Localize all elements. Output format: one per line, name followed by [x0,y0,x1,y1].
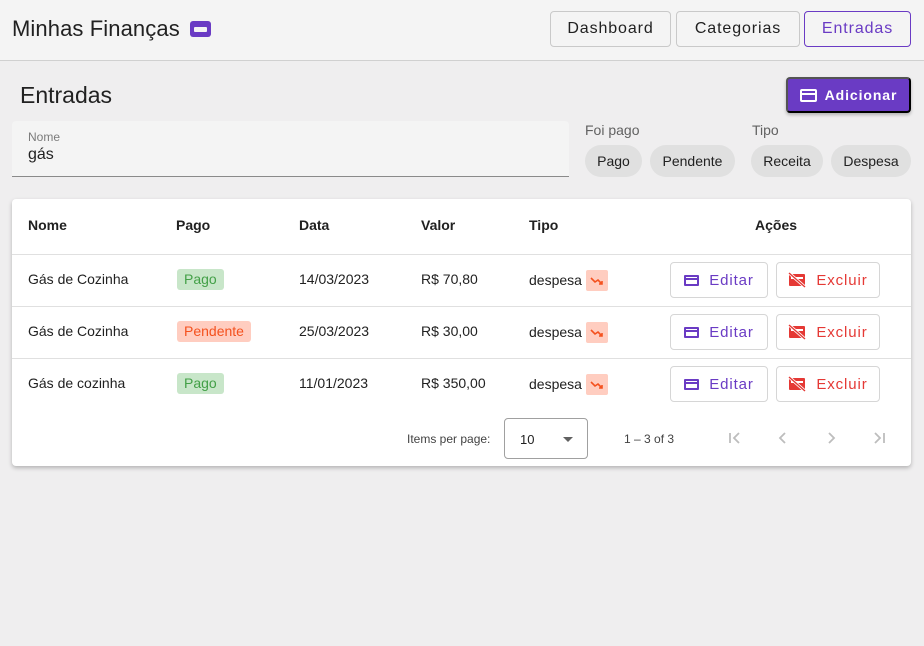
delete-button[interactable]: Excluir [776,314,880,350]
delete-label: Excluir [816,323,868,341]
card-icon [684,378,700,390]
table-row: Gás de Cozinha Pago 14/03/2023 R$ 70,80 … [12,254,911,306]
nav-categorias-button[interactable]: Categorias [676,11,800,47]
edit-button[interactable]: Editar [670,262,768,298]
cell-tipo: despesa [529,322,608,344]
card-off-icon [788,324,807,340]
trending-down-icon [585,270,608,291]
cell-tipo: despesa [529,374,608,396]
top-bar: Minhas Finanças Dashboard Categorias Ent… [0,0,924,61]
name-filter-input[interactable] [28,146,548,164]
edit-button[interactable]: Editar [670,366,768,402]
header-pago: Pago [176,217,211,233]
cell-data: 14/03/2023 [299,271,370,287]
card-off-icon [788,272,807,288]
chevron-right-icon [822,429,840,447]
header-valor: Valor [421,217,456,233]
header-nome: Nome [28,217,67,233]
page-size-select[interactable]: 10 [504,418,588,459]
header-acoes: Ações [755,217,798,233]
name-filter-field[interactable]: Nome [12,121,569,177]
tipo-label: despesa [529,272,582,289]
card-icon [684,274,700,286]
tipo-label: despesa [529,376,582,393]
card-off-icon [788,376,807,392]
entries-table-card: Nome Pago Data Valor Tipo Ações Gás de C… [12,199,911,466]
tipo-filter-label: Tipo [752,122,779,138]
edit-button[interactable]: Editar [670,314,768,350]
delete-label: Excluir [816,375,868,393]
delete-button[interactable]: Excluir [776,366,880,402]
cell-tipo: despesa [529,270,608,292]
cell-data: 25/03/2023 [299,323,370,339]
header-tipo: Tipo [529,217,559,233]
status-badge: Pendente [177,321,251,342]
items-per-page-label: Items per page: [407,432,491,446]
brand: Minhas Finanças [12,16,211,42]
wallet-icon [189,21,211,37]
next-page-button[interactable] [819,426,843,450]
card-icon [684,326,700,338]
header-data: Data [299,217,330,233]
add-button[interactable]: Adicionar [786,77,911,113]
last-page-button[interactable] [867,426,891,450]
cell-nome: Gás de Cozinha [28,271,129,287]
table-row: Gás de Cozinha Pendente 25/03/2023 R$ 30… [12,306,911,358]
first-page-button[interactable] [723,426,747,450]
table-row: Gás de cozinha Pago 11/01/2023 R$ 350,00… [12,358,911,410]
edit-label: Editar [709,323,754,341]
chip-receita[interactable]: Receita [751,145,823,177]
cell-data: 11/01/2023 [299,375,369,391]
pago-filter-label: Foi pago [585,122,640,138]
page-title: Entradas [20,82,113,108]
chevron-down-icon [563,437,573,442]
edit-label: Editar [709,375,754,393]
add-button-label: Adicionar [824,87,898,103]
status-badge: Pago [177,269,224,290]
delete-button[interactable]: Excluir [776,262,880,298]
prev-page-button[interactable] [771,426,795,450]
cell-valor: R$ 350,00 [421,375,486,391]
trending-down-icon [585,374,608,395]
cell-valor: R$ 70,80 [421,271,478,287]
cell-nome: Gás de Cozinha [28,323,129,339]
chip-pendente[interactable]: Pendente [650,145,735,177]
cell-valor: R$ 30,00 [421,323,478,339]
trending-down-icon [585,322,608,343]
add-card-icon [799,88,817,102]
chip-despesa[interactable]: Despesa [831,145,911,177]
first-page-icon [726,429,744,447]
delete-label: Excluir [816,271,868,289]
page-range: 1 – 3 of 3 [624,432,675,446]
cell-nome: Gás de cozinha [28,375,126,391]
nav-dashboard-button[interactable]: Dashboard [550,11,671,47]
tipo-label: despesa [529,324,582,341]
last-page-icon [870,429,888,447]
chevron-left-icon [774,429,792,447]
status-badge: Pago [177,373,224,394]
name-filter-label: Nome [28,130,61,144]
edit-label: Editar [709,271,754,289]
chip-pago[interactable]: Pago [585,145,642,177]
page-size-value: 10 [520,432,535,447]
nav-entradas-button[interactable]: Entradas [804,11,911,47]
app-title: Minhas Finanças [12,16,180,41]
